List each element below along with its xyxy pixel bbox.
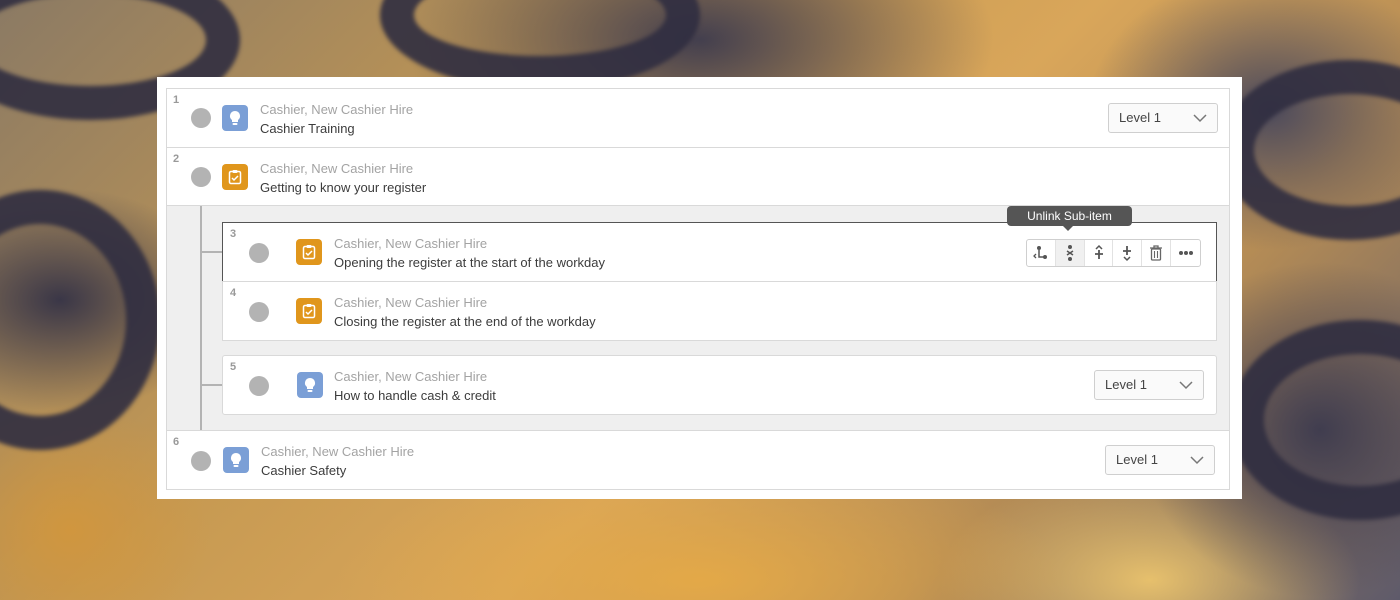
tree-node bbox=[191, 167, 211, 187]
tooltip: Unlink Sub-item bbox=[1007, 206, 1132, 231]
chevron-down-icon bbox=[1179, 381, 1193, 390]
unlink-subitem-icon bbox=[1066, 245, 1074, 261]
tree-node bbox=[249, 302, 269, 322]
more-options-button[interactable] bbox=[1171, 240, 1200, 266]
tree-node bbox=[191, 108, 211, 128]
item-action-toolbar bbox=[1026, 239, 1201, 267]
learning-path-panel: 1 Cashier, New Cashier Hire Cashier Trai… bbox=[157, 77, 1242, 499]
item-title: Closing the register at the end of the w… bbox=[334, 314, 596, 329]
chevron-down-icon bbox=[1190, 456, 1204, 465]
tree-node bbox=[249, 376, 269, 396]
more-icon bbox=[1178, 251, 1193, 255]
list-item[interactable]: 5 Cashier, New Cashier Hire How to handl… bbox=[222, 355, 1217, 415]
clipboard-check-icon bbox=[296, 239, 322, 265]
tree-node bbox=[191, 451, 211, 471]
item-number: 3 bbox=[230, 228, 237, 240]
item-title: How to handle cash & credit bbox=[334, 388, 496, 403]
level-select-value: Level 1 bbox=[1105, 377, 1147, 392]
move-down-icon bbox=[1123, 246, 1132, 262]
move-up-icon bbox=[1094, 244, 1103, 259]
level-select-value: Level 1 bbox=[1116, 452, 1158, 467]
delete-button[interactable] bbox=[1142, 240, 1172, 266]
tooltip-text: Unlink Sub-item bbox=[1027, 209, 1112, 223]
list-item[interactable]: 1 Cashier, New Cashier Hire Cashier Trai… bbox=[166, 88, 1230, 148]
item-category: Cashier, New Cashier Hire bbox=[334, 369, 488, 384]
item-number: 2 bbox=[173, 153, 180, 165]
unlink-subitem-button[interactable] bbox=[1055, 240, 1085, 266]
item-category: Cashier, New Cashier Hire bbox=[261, 444, 415, 459]
link-subitem-button[interactable] bbox=[1027, 240, 1056, 266]
item-number: 4 bbox=[230, 287, 237, 299]
trash-icon bbox=[1150, 245, 1163, 261]
list-item[interactable]: 6 Cashier, New Cashier Hire Cashier Safe… bbox=[166, 430, 1230, 490]
list-item[interactable]: 2 Cashier, New Cashier Hire Getting to k… bbox=[166, 147, 1230, 206]
item-category: Cashier, New Cashier Hire bbox=[334, 236, 488, 251]
item-title: Opening the register at the start of the… bbox=[334, 255, 605, 270]
level-select-value: Level 1 bbox=[1119, 110, 1161, 125]
item-category: Cashier, New Cashier Hire bbox=[260, 161, 414, 176]
item-category: Cashier, New Cashier Hire bbox=[334, 295, 488, 310]
lightbulb-icon bbox=[222, 105, 248, 131]
level-select[interactable]: Level 1 bbox=[1094, 370, 1204, 400]
item-number: 6 bbox=[173, 436, 180, 448]
item-title: Cashier Training bbox=[260, 121, 355, 136]
item-category: Cashier, New Cashier Hire bbox=[260, 102, 414, 117]
list-item[interactable]: 4 Cashier, New Cashier Hire Closing the … bbox=[222, 281, 1217, 341]
clipboard-check-icon bbox=[296, 298, 322, 324]
lightbulb-icon bbox=[223, 447, 249, 473]
tree-node bbox=[249, 243, 269, 263]
item-title: Getting to know your register bbox=[260, 180, 427, 195]
level-select[interactable]: Level 1 bbox=[1108, 103, 1218, 133]
tooltip-arrow bbox=[1063, 226, 1073, 231]
link-subitem-icon bbox=[1032, 246, 1047, 259]
item-number: 1 bbox=[173, 94, 180, 106]
chevron-down-icon bbox=[1193, 114, 1207, 123]
clipboard-check-icon bbox=[222, 164, 248, 190]
level-select[interactable]: Level 1 bbox=[1105, 445, 1215, 475]
move-down-button[interactable] bbox=[1113, 240, 1143, 266]
move-up-button[interactable] bbox=[1085, 240, 1114, 266]
item-title: Cashier Safety bbox=[261, 463, 347, 478]
lightbulb-icon bbox=[297, 372, 323, 398]
item-number: 5 bbox=[230, 361, 237, 373]
